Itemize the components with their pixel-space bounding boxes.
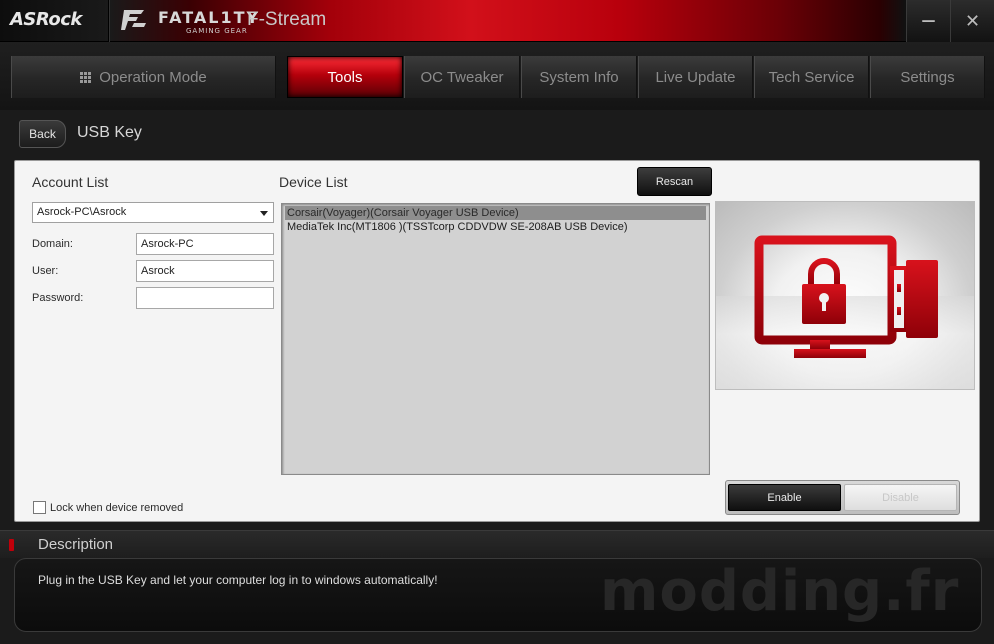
chevron-down-icon	[260, 211, 268, 216]
tab-oc-tweaker[interactable]: OC Tweaker	[404, 56, 520, 98]
minimize-icon: —	[921, 13, 936, 29]
tab-label: OC Tweaker	[420, 68, 504, 86]
password-field[interactable]	[136, 287, 274, 309]
close-icon: ✕	[964, 10, 981, 32]
enable-disable-toggle: Enable Disable	[725, 480, 960, 515]
list-item[interactable]: MediaTek Inc(MT1806 )(TSSTcorp CDDVDW SE…	[285, 220, 706, 234]
minimize-button[interactable]: —	[906, 0, 950, 42]
tab-live-update[interactable]: Live Update	[638, 56, 753, 98]
grid-icon	[80, 71, 92, 83]
tab-label: Tools	[327, 68, 363, 86]
tab-tools[interactable]: Tools	[287, 56, 403, 98]
device-list-title: Device List	[279, 174, 348, 190]
enable-button[interactable]: Enable	[728, 484, 841, 511]
list-item[interactable]: Corsair(Voyager)(Corsair Voyager USB Dev…	[285, 206, 706, 220]
fatal1ty-logo-subtext: GAMING GEAR	[186, 27, 248, 35]
asrock-logo: ASRock	[10, 9, 82, 30]
description-header: Description	[0, 530, 994, 558]
disable-button[interactable]: Disable	[844, 484, 957, 511]
rescan-button[interactable]: Rescan	[637, 167, 712, 196]
user-field[interactable]: Asrock	[136, 260, 274, 282]
description-box: modding.fr Plug in the USB Key and let y…	[14, 558, 982, 632]
tab-label: Settings	[900, 68, 955, 86]
tab-label: System Info	[539, 68, 619, 86]
lock-when-removed-label: Lock when device removed	[50, 501, 184, 514]
tab-label: Operation Mode	[99, 68, 207, 86]
usb-key-panel: Account List Asrock-PC\Asrock Domain: As…	[14, 160, 980, 522]
fatal1ty-logo-text: FATAL1TY	[158, 8, 261, 27]
back-button[interactable]: Back	[19, 120, 66, 148]
tab-label: Tech Service	[768, 68, 855, 86]
device-list[interactable]: Corsair(Voyager)(Corsair Voyager USB Dev…	[281, 203, 710, 475]
account-select-value: Asrock-PC\Asrock	[37, 206, 127, 218]
domain-label: Domain:	[32, 238, 73, 250]
lock-when-removed-option[interactable]: Lock when device removed	[33, 501, 183, 514]
tab-label: Live Update	[655, 68, 736, 86]
user-label: User:	[32, 265, 59, 277]
lock-when-removed-checkbox[interactable]	[33, 501, 46, 514]
watermark: modding.fr	[600, 559, 960, 624]
page-header: Back USB Key	[0, 110, 994, 160]
account-select[interactable]: Asrock-PC\Asrock	[32, 202, 274, 223]
page-title: USB Key	[77, 124, 142, 141]
title-divider	[108, 0, 110, 42]
tab-system-info[interactable]: System Info	[521, 56, 637, 98]
tab-operation-mode[interactable]: Operation Mode	[11, 56, 276, 98]
description-title: Description	[38, 536, 114, 553]
usb-lock-icon	[754, 235, 938, 358]
app-title: F-Stream	[247, 9, 327, 30]
description-text: Plug in the USB Key and let your compute…	[38, 573, 438, 587]
tab-settings[interactable]: Settings	[870, 56, 985, 98]
description-marker-icon	[9, 539, 14, 551]
main-nav: Operation Mode Tools OC Tweaker System I…	[0, 42, 994, 110]
domain-field[interactable]: Asrock-PC	[136, 233, 274, 255]
account-list-title: Account List	[32, 174, 109, 190]
usb-lock-illustration	[715, 201, 975, 390]
fatal1ty-logo-icon	[121, 10, 146, 30]
tab-tech-service[interactable]: Tech Service	[754, 56, 869, 98]
close-button[interactable]: ✕	[950, 0, 994, 42]
password-label: Password:	[32, 292, 84, 304]
title-bar: ASRock FATAL1TY GAMING GEAR F-Stream — ✕	[0, 0, 994, 42]
